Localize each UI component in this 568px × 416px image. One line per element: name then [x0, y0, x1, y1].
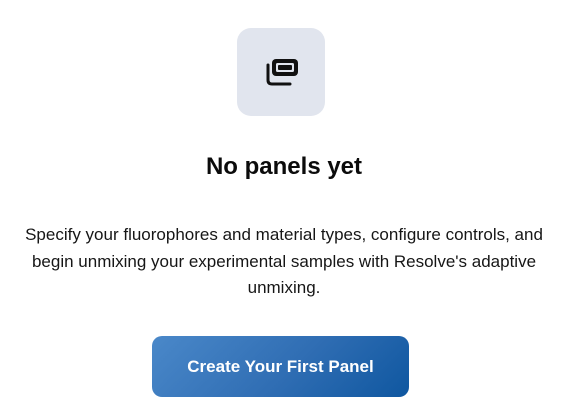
create-first-panel-button[interactable]: Create Your First Panel [152, 336, 409, 397]
empty-state-title: No panels yet [205, 153, 363, 180]
stacked-panels-icon [261, 55, 301, 89]
icon-tile [237, 28, 325, 116]
empty-state: No panels yet Specify your fluorophores … [0, 0, 568, 416]
empty-state-description: Specify your fluorophores and material t… [25, 225, 543, 297]
